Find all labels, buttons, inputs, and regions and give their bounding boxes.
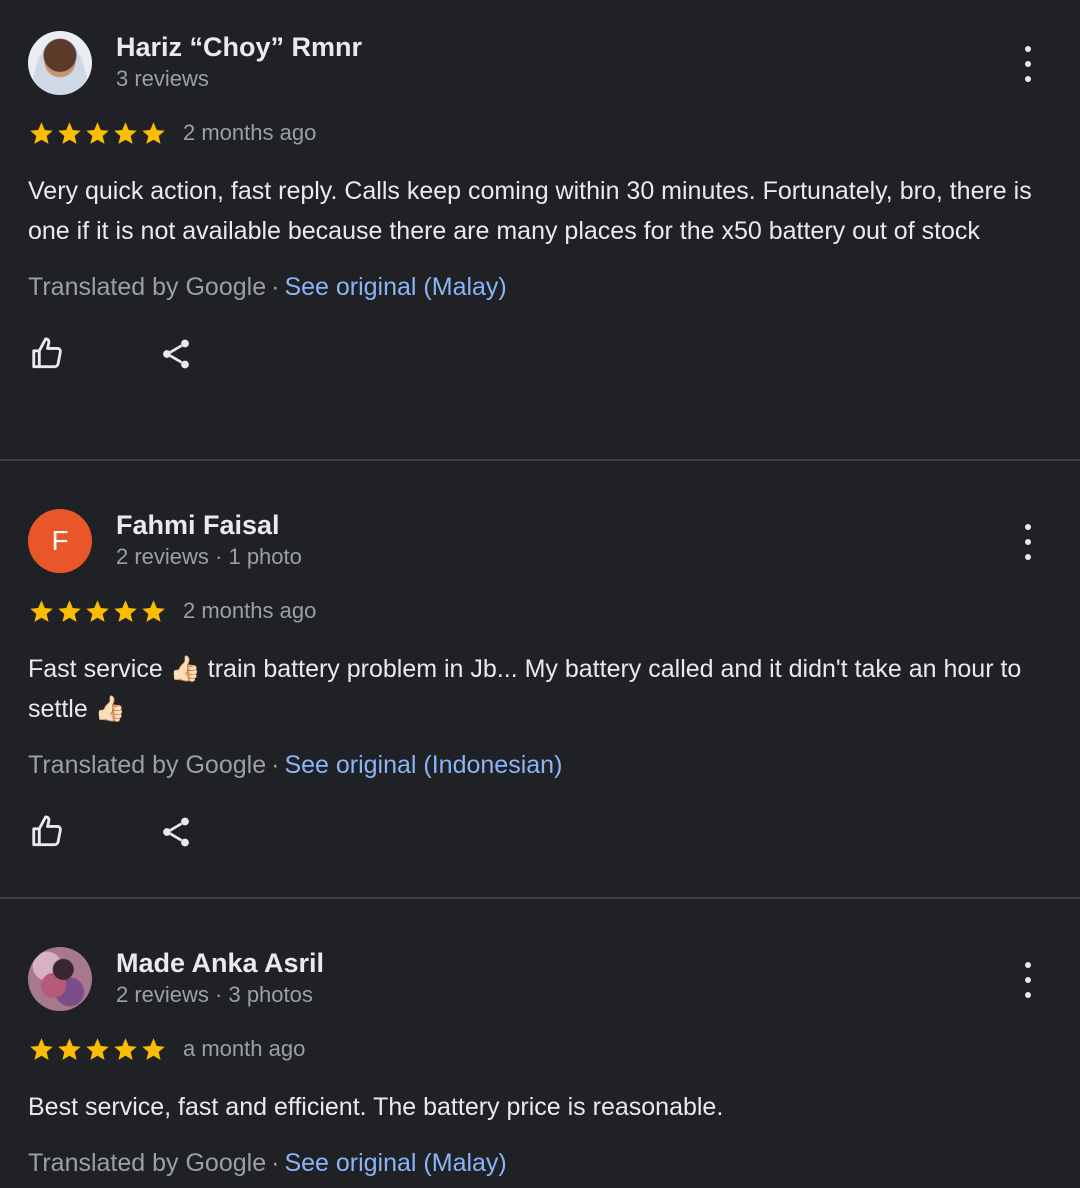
star-icon xyxy=(142,121,165,144)
more-options-button[interactable] xyxy=(1016,962,1040,998)
avatar[interactable]: F xyxy=(28,509,92,573)
star-rating xyxy=(28,1036,167,1063)
translated-by-label: Translated by Google xyxy=(28,273,267,301)
user-info: Fahmi Faisal 2 reviews · 1 photo xyxy=(116,509,302,573)
translated-by-label: Translated by Google xyxy=(28,1149,267,1177)
separator: · xyxy=(271,751,280,779)
avatar[interactable] xyxy=(28,947,92,1011)
like-button[interactable] xyxy=(28,334,68,374)
author-name[interactable]: Hariz “Choy” Rmnr xyxy=(116,31,362,63)
author-meta: 2 reviews · 3 photos xyxy=(116,982,313,1007)
star-icon xyxy=(30,1037,53,1060)
share-icon xyxy=(163,339,189,369)
thumbs-up-emoji: 👍🏻 xyxy=(169,655,201,683)
review-actions xyxy=(28,812,1052,852)
avatar[interactable] xyxy=(28,31,92,95)
star-icon xyxy=(30,599,53,622)
like-button[interactable] xyxy=(28,812,68,852)
star-rating xyxy=(28,598,167,625)
thumbs-up-emoji: 👍🏻 xyxy=(94,695,126,723)
star-icon xyxy=(114,599,137,622)
more-vert-icon xyxy=(1025,962,1031,968)
review-card: Hariz “Choy” Rmnr 3 reviews 2 months ago… xyxy=(28,31,1052,374)
user-info: Hariz “Choy” Rmnr 3 reviews xyxy=(116,31,362,95)
separator: · xyxy=(271,1149,280,1177)
review-divider xyxy=(0,897,1080,899)
review-date: 2 months ago xyxy=(183,120,317,145)
see-original-link[interactable]: See original (Malay) xyxy=(284,1149,506,1177)
review-actions xyxy=(28,334,1052,374)
review-header: Hariz “Choy” Rmnr 3 reviews xyxy=(28,31,1052,95)
review-date: a month ago xyxy=(183,1036,306,1061)
star-icon xyxy=(86,599,109,622)
see-original-link[interactable]: See original (Indonesian) xyxy=(284,751,562,779)
review-text: Best service, fast and efficient. The ba… xyxy=(28,1093,724,1121)
translation-info: Translated by Google · See original (Malay… xyxy=(28,1143,1052,1183)
star-icon xyxy=(58,599,81,622)
more-options-button[interactable] xyxy=(1016,524,1040,560)
star-icon xyxy=(142,599,165,622)
rating-row: 2 months ago xyxy=(28,113,1052,153)
star-icon xyxy=(114,121,137,144)
author-name[interactable]: Made Anka Asril xyxy=(116,947,324,979)
more-vert-icon xyxy=(1025,46,1031,52)
star-icon xyxy=(86,1037,109,1060)
review-card: Made Anka Asril 2 reviews · 3 photos a m… xyxy=(28,947,1052,1183)
star-icon xyxy=(114,1037,137,1060)
user-info: Made Anka Asril 2 reviews · 3 photos xyxy=(116,947,324,1011)
thumb-up-icon xyxy=(32,337,62,369)
rating-row: a month ago xyxy=(28,1029,1052,1069)
share-icon xyxy=(163,817,189,847)
translation-info: Translated by Google · See original (Indon… xyxy=(28,745,1052,785)
author-name[interactable]: Fahmi Faisal xyxy=(116,509,302,541)
star-icon xyxy=(58,121,81,144)
star-rating xyxy=(28,120,167,147)
rating-row: 2 months ago xyxy=(28,591,1052,631)
review-text: Very quick action, fast reply. Calls kee… xyxy=(28,177,1032,245)
review-divider xyxy=(0,459,1080,461)
author-meta: 3 reviews xyxy=(116,66,209,91)
star-icon xyxy=(142,1037,165,1060)
share-button[interactable] xyxy=(156,334,196,374)
more-options-button[interactable] xyxy=(1016,46,1040,82)
translated-by-label: Translated by Google xyxy=(28,751,267,779)
review-header: F Fahmi Faisal 2 reviews · 1 photo xyxy=(28,509,1052,573)
star-icon xyxy=(30,121,53,144)
separator: · xyxy=(271,273,280,301)
more-vert-icon xyxy=(1025,524,1031,530)
share-button[interactable] xyxy=(156,812,196,852)
see-original-link[interactable]: See original (Malay) xyxy=(284,273,506,301)
star-icon xyxy=(58,1037,81,1060)
author-meta: 2 reviews · 1 photo xyxy=(116,544,302,569)
thumb-up-icon xyxy=(32,815,62,847)
translation-info: Translated by Google · See original (Malay… xyxy=(28,267,1052,307)
review-date: 2 months ago xyxy=(183,598,317,623)
review-header: Made Anka Asril 2 reviews · 3 photos xyxy=(28,947,1052,1011)
review-card: F Fahmi Faisal 2 reviews · 1 photo 2 mon… xyxy=(28,509,1052,852)
star-icon xyxy=(86,121,109,144)
review-text-part: Fast service xyxy=(28,655,170,683)
review-text: Fast service 👍🏻 train battery problem in… xyxy=(28,649,1052,729)
